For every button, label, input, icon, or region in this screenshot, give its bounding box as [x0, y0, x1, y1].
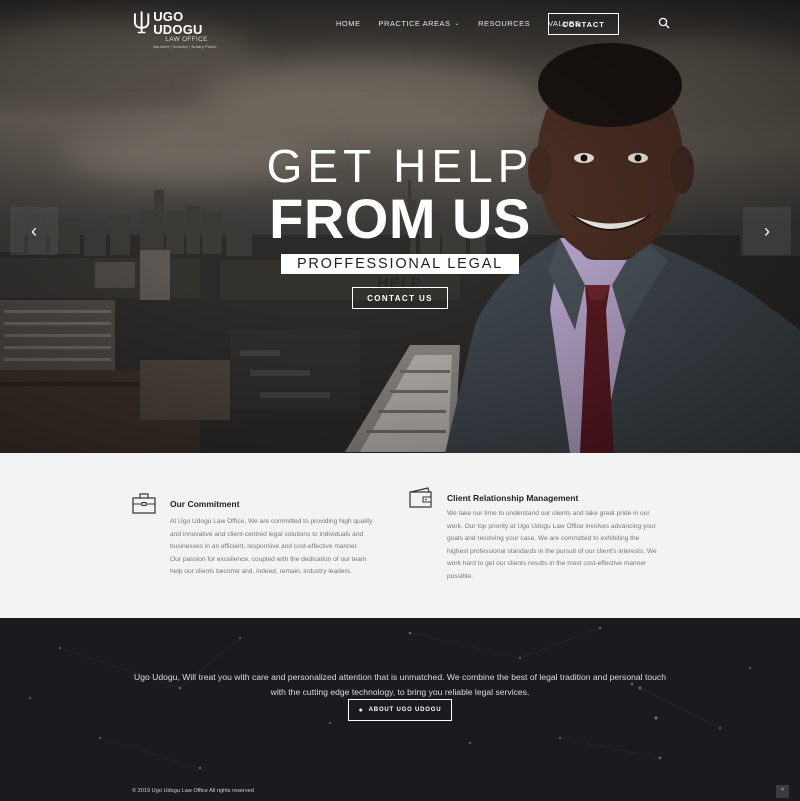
- hero-heading-light: GET HELP: [266, 140, 534, 192]
- footer-statement-line: with the cutting edge technology, to bri…: [270, 687, 530, 697]
- feature-body: We take our time to understand our clien…: [447, 508, 687, 583]
- site-header: UGO UDOGU LAW OFFICE Barrister | Solicit…: [0, 0, 800, 49]
- nav-label: PRACTICE AREAS: [378, 18, 451, 28]
- slider-next-button[interactable]: ›: [743, 207, 791, 255]
- feature-line: possible.: [447, 572, 474, 580]
- hero-heading-bold: FROM US: [269, 187, 531, 250]
- contact-button[interactable]: CONTACT: [548, 13, 619, 35]
- scales-logo-icon: [133, 11, 150, 34]
- nav-item-resources[interactable]: RESOURCES: [478, 14, 530, 32]
- brand-name: UGO UDOGU: [153, 9, 203, 37]
- user-icon: ●: [358, 706, 364, 714]
- briefcase-icon: [132, 493, 156, 514]
- about-button[interactable]: ● ABOUT UGO UDOGU: [348, 699, 452, 721]
- site-footer: Ugo Udogu, Will treat you with care and …: [0, 618, 800, 801]
- hero-slider: UGO UDOGU LAW OFFICE Barrister | Solicit…: [0, 0, 800, 453]
- nav-label: HOME: [336, 18, 361, 28]
- feature-line: work hard to get our clients results in …: [447, 560, 647, 567]
- nav-label: RESOURCES: [478, 18, 531, 28]
- footer-statement: Ugo Udogu, Will treat you with care and …: [130, 670, 670, 700]
- feature-line: and innovative and client-centred legal …: [170, 530, 364, 538]
- feature-line: At Ugo Udogu Law Office, We are committe…: [170, 518, 373, 525]
- feature-line: Our passion for excellence, coupled with…: [170, 555, 367, 563]
- nav-item-home[interactable]: HOME: [336, 14, 361, 32]
- slider-prev-button[interactable]: ‹: [10, 207, 58, 255]
- chevron-left-icon: ‹: [31, 220, 37, 241]
- search-icon[interactable]: [658, 17, 670, 29]
- back-to-top-button[interactable]: ^: [776, 785, 789, 798]
- about-button-label: ABOUT UGO UDOGU: [368, 707, 442, 713]
- feature-line: businesses in an efficient, responsive a…: [170, 543, 359, 550]
- feature-line: goals and resolving your case. We are co…: [447, 535, 640, 542]
- brand-subtitle: LAW OFFICE: [165, 36, 208, 43]
- site-logo[interactable]: UGO UDOGU LAW OFFICE Barrister | Solicit…: [133, 9, 233, 49]
- feature-line: We take our time to understand our clien…: [447, 510, 650, 517]
- chevron-right-icon: ›: [764, 220, 770, 241]
- feature-line: highest professional standards in the pu…: [447, 547, 657, 555]
- brand-tagline: Barrister | Solicitor | Notary Public: [153, 44, 217, 49]
- features-section: Our Commitment At Ugo Udogu Law Office, …: [0, 453, 800, 618]
- feature-body: At Ugo Udogu Law Office, We are committe…: [170, 516, 410, 579]
- wallet-icon: [409, 487, 432, 508]
- chevron-up-icon: ^: [780, 788, 785, 795]
- feature-title: Client Relationship Management: [447, 493, 579, 503]
- footer-statement-line: Ugo Udogu, Will treat you with care and …: [133, 672, 666, 682]
- hero-subheading: PROFFESSIONAL LEGAL HELP: [281, 254, 519, 292]
- nav-item-practice-areas[interactable]: PRACTICE AREAS ⌄: [379, 14, 461, 32]
- contact-us-button[interactable]: CONTACT US: [352, 287, 448, 309]
- copyright-text: © 2019 Ugo Udogu Law Office All rights r…: [132, 788, 254, 794]
- chevron-down-icon: ⌄: [454, 20, 461, 27]
- feature-title: Our Commitment: [170, 499, 240, 509]
- feature-line: work. Our top priority at Ugo Udogu Law …: [447, 522, 656, 530]
- feature-line: help our clients become and, indeed, rem…: [170, 568, 352, 575]
